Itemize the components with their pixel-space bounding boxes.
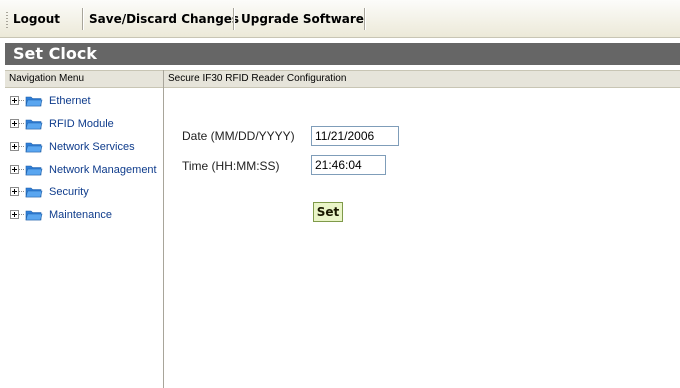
tree-connector [19,214,24,215]
expand-plus-icon[interactable] [10,142,19,151]
folder-icon [25,142,43,153]
nav-item-label: RFID Module [49,118,114,130]
toolbar-grip [6,12,8,28]
tree-connector [19,169,24,170]
toolbar-separator [82,8,83,30]
toolbar-separator [233,8,234,30]
expand-plus-icon[interactable] [10,96,19,105]
expand-plus-icon[interactable] [10,119,19,128]
tree-connector [19,123,24,124]
set-button[interactable]: Set [313,202,343,222]
column-divider [163,70,164,388]
content-header: Secure IF30 RFID Reader Configuration [164,70,680,88]
date-label: Date (MM/DD/YYYY) [182,129,295,143]
logout-button[interactable]: Logout [13,10,60,28]
save-discard-changes-button[interactable]: Save/Discard Changes [89,10,239,28]
upgrade-software-button[interactable]: Upgrade Software [241,10,364,28]
page-title: Set Clock [5,43,680,65]
folder-icon [25,187,43,198]
expand-plus-icon[interactable] [10,210,19,219]
tree-connector [19,146,24,147]
expand-plus-icon[interactable] [10,187,19,196]
nav-item-label: Ethernet [49,95,91,107]
nav-item-label: Network Management [49,164,157,176]
expand-plus-icon[interactable] [10,165,19,174]
tree-connector [19,100,24,101]
nav-item-label: Maintenance [49,209,112,221]
navigation-menu-header: Navigation Menu [5,70,164,88]
toolbar-separator [364,8,365,30]
folder-icon [25,210,43,221]
time-input[interactable] [311,155,386,175]
nav-item-label: Security [49,186,89,198]
time-label: Time (HH:MM:SS) [182,159,280,173]
tree-connector [19,191,24,192]
folder-icon [25,165,43,176]
nav-item-label: Network Services [49,141,135,153]
date-input[interactable] [311,126,399,146]
folder-icon [25,96,43,107]
top-toolbar: Logout Save/Discard Changes Upgrade Soft… [0,0,680,38]
folder-icon [25,119,43,130]
